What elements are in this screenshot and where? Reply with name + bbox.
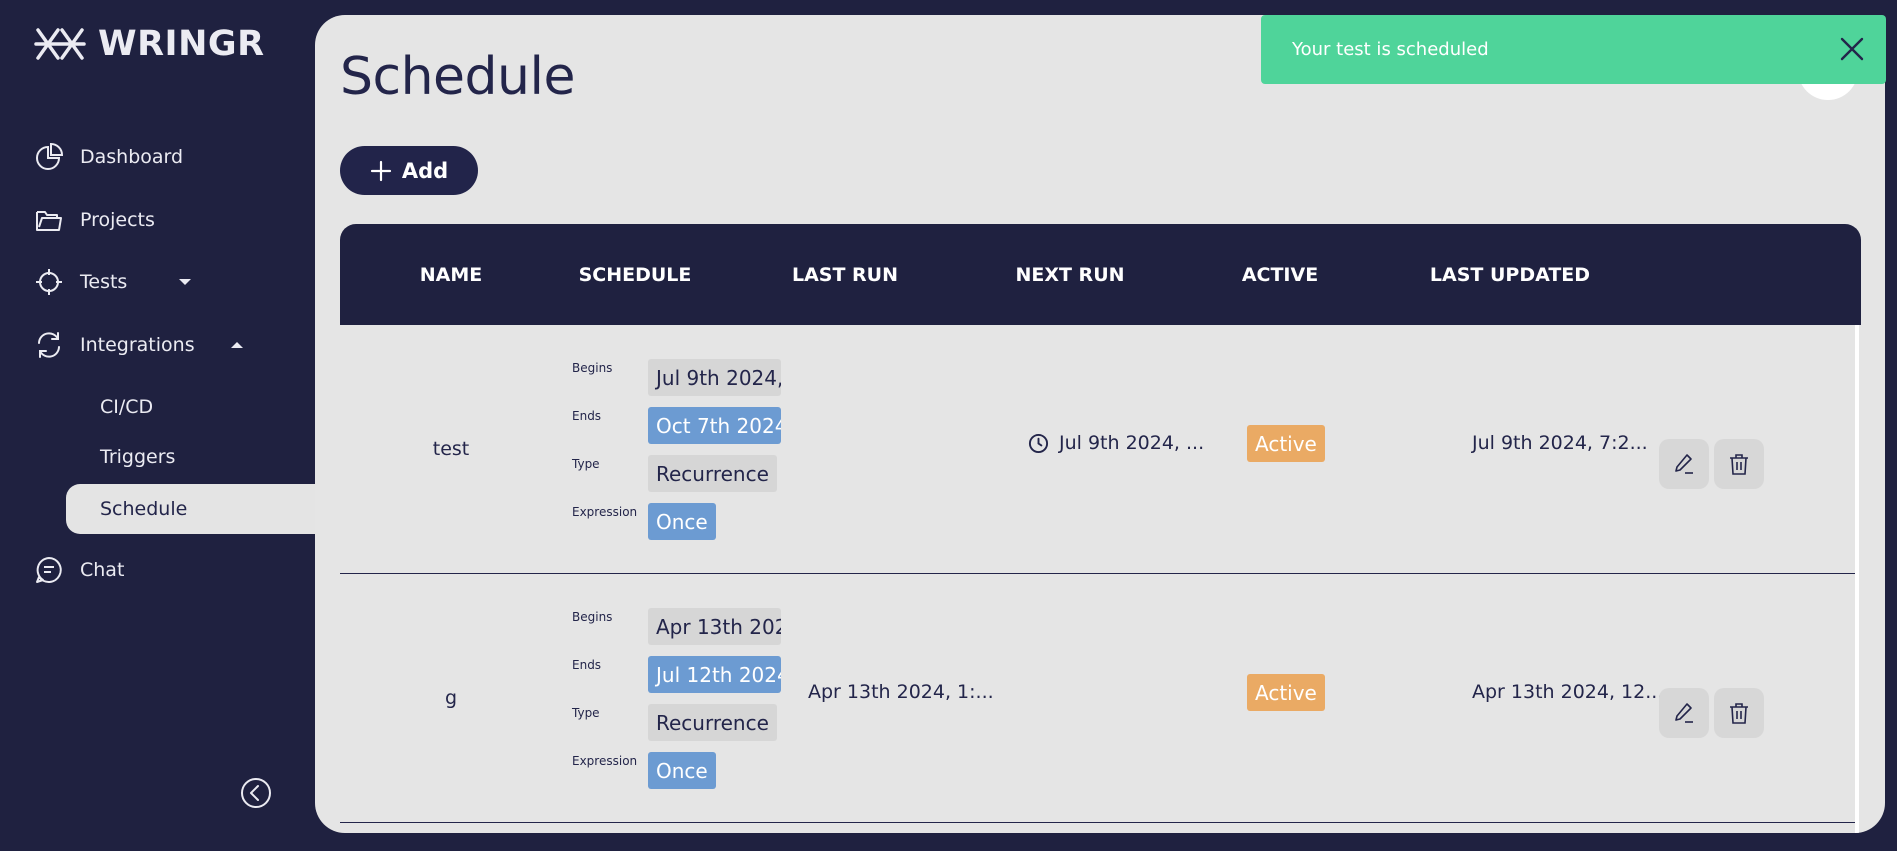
brand-name: WRINGR [98,24,265,64]
column-header-name[interactable]: NAME [380,224,522,325]
close-icon[interactable] [1838,35,1866,63]
delete-button[interactable] [1714,688,1764,738]
sidebar-item-dashboard[interactable]: Dashboard [34,142,183,172]
toast-message: Your test is scheduled [1292,39,1489,60]
sidebar-item-chat[interactable]: Chat [34,555,124,585]
type-label: Type [572,457,600,471]
delete-button[interactable] [1714,439,1764,489]
edit-button[interactable] [1659,439,1709,489]
expression-value: Once [648,503,716,540]
chevron-down-icon[interactable] [177,274,193,290]
sidebar-item-integrations[interactable]: Integrations [34,330,245,360]
begins-value: Jul 9th 2024, [648,359,781,396]
table-row[interactable]: test Begins Jul 9th 2024, Ends Oct 7th 2… [340,325,1861,573]
sidebar-item-projects[interactable]: Projects [34,205,155,235]
table-row[interactable]: g Begins Apr 13th 2024 Ends Jul 12th 202… [340,574,1861,822]
main-panel: Schedule Add NAME SCHEDULE LAST RUN NEXT… [315,15,1885,833]
sidebar-item-label: Schedule [100,498,188,520]
row-next-run: Jul 9th 2024, ... [1028,325,1204,561]
edit-button[interactable] [1659,688,1709,738]
scrollbar[interactable] [1855,325,1859,833]
ends-label: Ends [572,658,602,672]
column-header-next-run[interactable]: NEXT RUN [990,224,1150,325]
type-label: Type [572,706,600,720]
row-divider [340,822,1856,823]
sidebar-subitem-schedule[interactable]: Schedule [66,484,326,534]
trash-icon [1730,703,1748,724]
ends-value: Jul 12th 2024 [648,656,781,693]
toast-notification: Your test is scheduled [1261,15,1886,84]
wringr-logo-icon [34,28,86,60]
sidebar-item-label: Dashboard [80,146,184,168]
expression-label: Expression [572,754,638,768]
sidebar-item-label: Integrations [80,334,195,356]
edit-icon [1675,454,1693,474]
add-schedule-button[interactable]: Add [340,146,478,195]
chevron-up-icon[interactable] [229,337,245,353]
status-badge: Active [1247,674,1325,711]
table-header: NAME SCHEDULE LAST RUN NEXT RUN ACTIVE L… [340,224,1861,325]
row-last-updated: Jul 9th 2024, 7:2... [1472,432,1648,454]
column-header-active[interactable]: ACTIVE [1210,224,1350,325]
begins-value: Apr 13th 2024 [648,608,781,645]
row-name: test [432,438,470,460]
type-value: Recurrence [648,455,777,492]
sidebar-subitem-cicd[interactable]: CI/CD [100,396,153,418]
page-title: Schedule [340,47,575,107]
crosshair-icon [36,269,62,295]
edit-icon [1675,703,1693,723]
sidebar-item-label: Projects [80,209,155,231]
chat-bubble-icon [36,557,62,583]
sync-icon [38,332,60,358]
schedule-details: Begins Jul 9th 2024, Ends Oct 7th 2024 T… [572,325,781,573]
row-last-updated: Apr 13th 2024, 12... [1472,681,1664,703]
expression-label: Expression [572,505,638,519]
chevron-left-circle-icon[interactable] [240,777,272,809]
expression-value: Once [648,752,716,789]
column-header-last-run[interactable]: LAST RUN [770,224,920,325]
row-last-run: Apr 13th 2024, 1:... [808,681,994,703]
ends-value: Oct 7th 2024 [648,407,781,444]
pie-chart-icon [36,142,64,170]
begins-label: Begins [572,610,613,624]
column-header-last-updated[interactable]: LAST UPDATED [1420,224,1600,325]
sidebar-item-label: Chat [80,559,125,581]
add-label: Add [401,158,449,183]
trash-icon [1730,454,1748,475]
sidebar-item-tests[interactable]: Tests [34,267,193,297]
brand-logo[interactable]: WRINGR [34,24,265,64]
sidebar-subitem-triggers[interactable]: Triggers [100,446,175,468]
folder-icon [36,211,62,231]
clock-icon [1028,433,1049,453]
plus-icon [370,160,391,181]
sidebar-item-label: Tests [80,271,128,293]
type-value: Recurrence [648,704,777,741]
schedule-details: Begins Apr 13th 2024 Ends Jul 12th 2024 … [572,574,781,822]
column-header-schedule[interactable]: SCHEDULE [550,224,720,325]
row-name: g [444,687,458,709]
ends-label: Ends [572,409,602,423]
next-run-value: Jul 9th 2024, ... [1059,432,1205,454]
status-badge: Active [1247,425,1325,462]
app: WRINGR Dashboard Projects Tests Integrat… [0,0,1897,851]
begins-label: Begins [572,361,613,375]
sidebar: WRINGR Dashboard Projects Tests Integrat… [0,0,326,851]
